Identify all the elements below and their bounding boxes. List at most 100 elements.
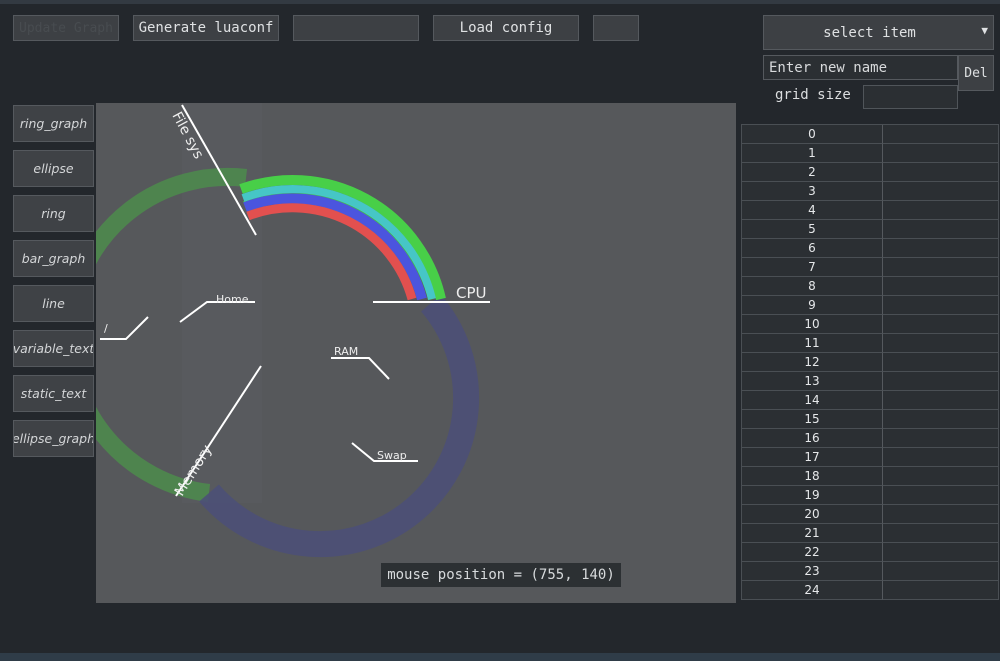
drawing-canvas[interactable]: File sys CPU Home / RAM Swap Memory: [96, 103, 736, 603]
table-row[interactable]: 2: [742, 163, 998, 182]
sidebar-item-variable-text[interactable]: variable_text: [13, 330, 94, 367]
grid-row-index: 19: [742, 486, 883, 505]
grid-row-index: 5: [742, 220, 883, 239]
table-row[interactable]: 13: [742, 372, 998, 391]
grid-row-index: 24: [742, 581, 883, 600]
sidebar-item-ellipse-graph[interactable]: ellipse_graph: [13, 420, 94, 457]
home-label: Home: [216, 293, 249, 306]
sidebar-item-ellipse[interactable]: ellipse: [13, 150, 94, 187]
grid-row-value[interactable]: [883, 562, 998, 581]
swap-label: Swap: [377, 449, 407, 462]
grid-row-index: 16: [742, 429, 883, 448]
grid-row-value[interactable]: [883, 372, 998, 391]
grid-row-value[interactable]: [883, 486, 998, 505]
table-row[interactable]: 4: [742, 201, 998, 220]
grid-size-input[interactable]: [863, 85, 958, 109]
grid-row-value[interactable]: [883, 334, 998, 353]
table-row[interactable]: 9: [742, 296, 998, 315]
delete-button[interactable]: Del: [958, 55, 994, 91]
ram-label: RAM: [334, 345, 358, 358]
grid-row-index: 6: [742, 239, 883, 258]
grid-row-index: 7: [742, 258, 883, 277]
table-row[interactable]: 15: [742, 410, 998, 429]
new-name-input[interactable]: Enter new name: [763, 55, 958, 80]
table-row[interactable]: 23: [742, 562, 998, 581]
grid-row-index: 20: [742, 505, 883, 524]
grid-row-index: 1: [742, 144, 883, 163]
canvas-svg: File sys CPU Home / RAM Swap Memory: [96, 103, 490, 558]
grid-row-index: 2: [742, 163, 883, 182]
grid-row-value[interactable]: [883, 467, 998, 486]
grid-row-value[interactable]: [883, 296, 998, 315]
sidebar-item-ring[interactable]: ring: [13, 195, 94, 232]
update-graph-button[interactable]: Update Graph: [13, 15, 119, 41]
generate-luaconf-button[interactable]: Generate luaconf: [133, 15, 279, 41]
table-row[interactable]: 17: [742, 448, 998, 467]
grid-row-value[interactable]: [883, 353, 998, 372]
table-row[interactable]: 3: [742, 182, 998, 201]
grid-row-value[interactable]: [883, 220, 998, 239]
select-item-dropdown[interactable]: select item ▼: [763, 15, 994, 50]
table-row[interactable]: 5: [742, 220, 998, 239]
grid-row-value[interactable]: [883, 429, 998, 448]
root-label: /: [104, 322, 108, 335]
grid-row-index: 18: [742, 467, 883, 486]
grid-row-value[interactable]: [883, 543, 998, 562]
grid-row-index: 23: [742, 562, 883, 581]
grid-row-index: 17: [742, 448, 883, 467]
table-row[interactable]: 12: [742, 353, 998, 372]
grid-row-index: 15: [742, 410, 883, 429]
table-row[interactable]: 22: [742, 543, 998, 562]
table-row[interactable]: 8: [742, 277, 998, 296]
grid-row-value[interactable]: [883, 239, 998, 258]
grid-row-index: 11: [742, 334, 883, 353]
grid-row-value[interactable]: [883, 524, 998, 543]
grid-row-value[interactable]: [883, 163, 998, 182]
grid-row-value[interactable]: [883, 277, 998, 296]
table-row[interactable]: 24: [742, 581, 998, 600]
grid-row-value[interactable]: [883, 201, 998, 220]
table-row[interactable]: 19: [742, 486, 998, 505]
grid-row-index: 12: [742, 353, 883, 372]
chevron-down-icon: ▼: [981, 24, 988, 37]
table-row[interactable]: 18: [742, 467, 998, 486]
grid-row-value[interactable]: [883, 182, 998, 201]
grid-row-value[interactable]: [883, 448, 998, 467]
sidebar-item-static-text[interactable]: static_text: [13, 375, 94, 412]
grid-table[interactable]: 0 1 2 3 4 5 6 7 8 9 10 11 12 13 14 15 16…: [741, 124, 999, 600]
sidebar-item-bar-graph[interactable]: bar_graph: [13, 240, 94, 277]
sidebar-item-line[interactable]: line: [13, 285, 94, 322]
grid-row-index: 21: [742, 524, 883, 543]
table-row[interactable]: 0: [742, 125, 998, 144]
table-row[interactable]: 16: [742, 429, 998, 448]
sidebar-item-ring-graph[interactable]: ring_graph: [13, 105, 94, 142]
grid-row-index: 4: [742, 201, 883, 220]
table-row[interactable]: 1: [742, 144, 998, 163]
grid-size-label: grid size: [775, 87, 851, 103]
grid-row-value[interactable]: [883, 391, 998, 410]
select-item-label: select item: [823, 24, 916, 41]
title-strip: [0, 0, 1000, 4]
grid-row-value[interactable]: [883, 410, 998, 429]
grid-row-value[interactable]: [883, 505, 998, 524]
table-row[interactable]: 7: [742, 258, 998, 277]
grid-row-value[interactable]: [883, 144, 998, 163]
table-row[interactable]: 6: [742, 239, 998, 258]
grid-row-value[interactable]: [883, 258, 998, 277]
table-row[interactable]: 11: [742, 334, 998, 353]
grid-row-value[interactable]: [883, 125, 998, 144]
table-row[interactable]: 14: [742, 391, 998, 410]
status-strip: [0, 653, 1000, 661]
grid-row-index: 10: [742, 315, 883, 334]
table-row[interactable]: 10: [742, 315, 998, 334]
table-row[interactable]: 21: [742, 524, 998, 543]
grid-row-value[interactable]: [883, 581, 998, 600]
cpu-label: CPU: [456, 284, 487, 302]
small-toolbar-button[interactable]: [593, 15, 639, 41]
grid-row-index: 13: [742, 372, 883, 391]
table-row[interactable]: 20: [742, 505, 998, 524]
load-config-button[interactable]: Load config: [433, 15, 579, 41]
mouse-position-readout: mouse position = (755, 140): [381, 563, 621, 587]
grid-row-value[interactable]: [883, 315, 998, 334]
config-name-input[interactable]: [293, 15, 419, 41]
